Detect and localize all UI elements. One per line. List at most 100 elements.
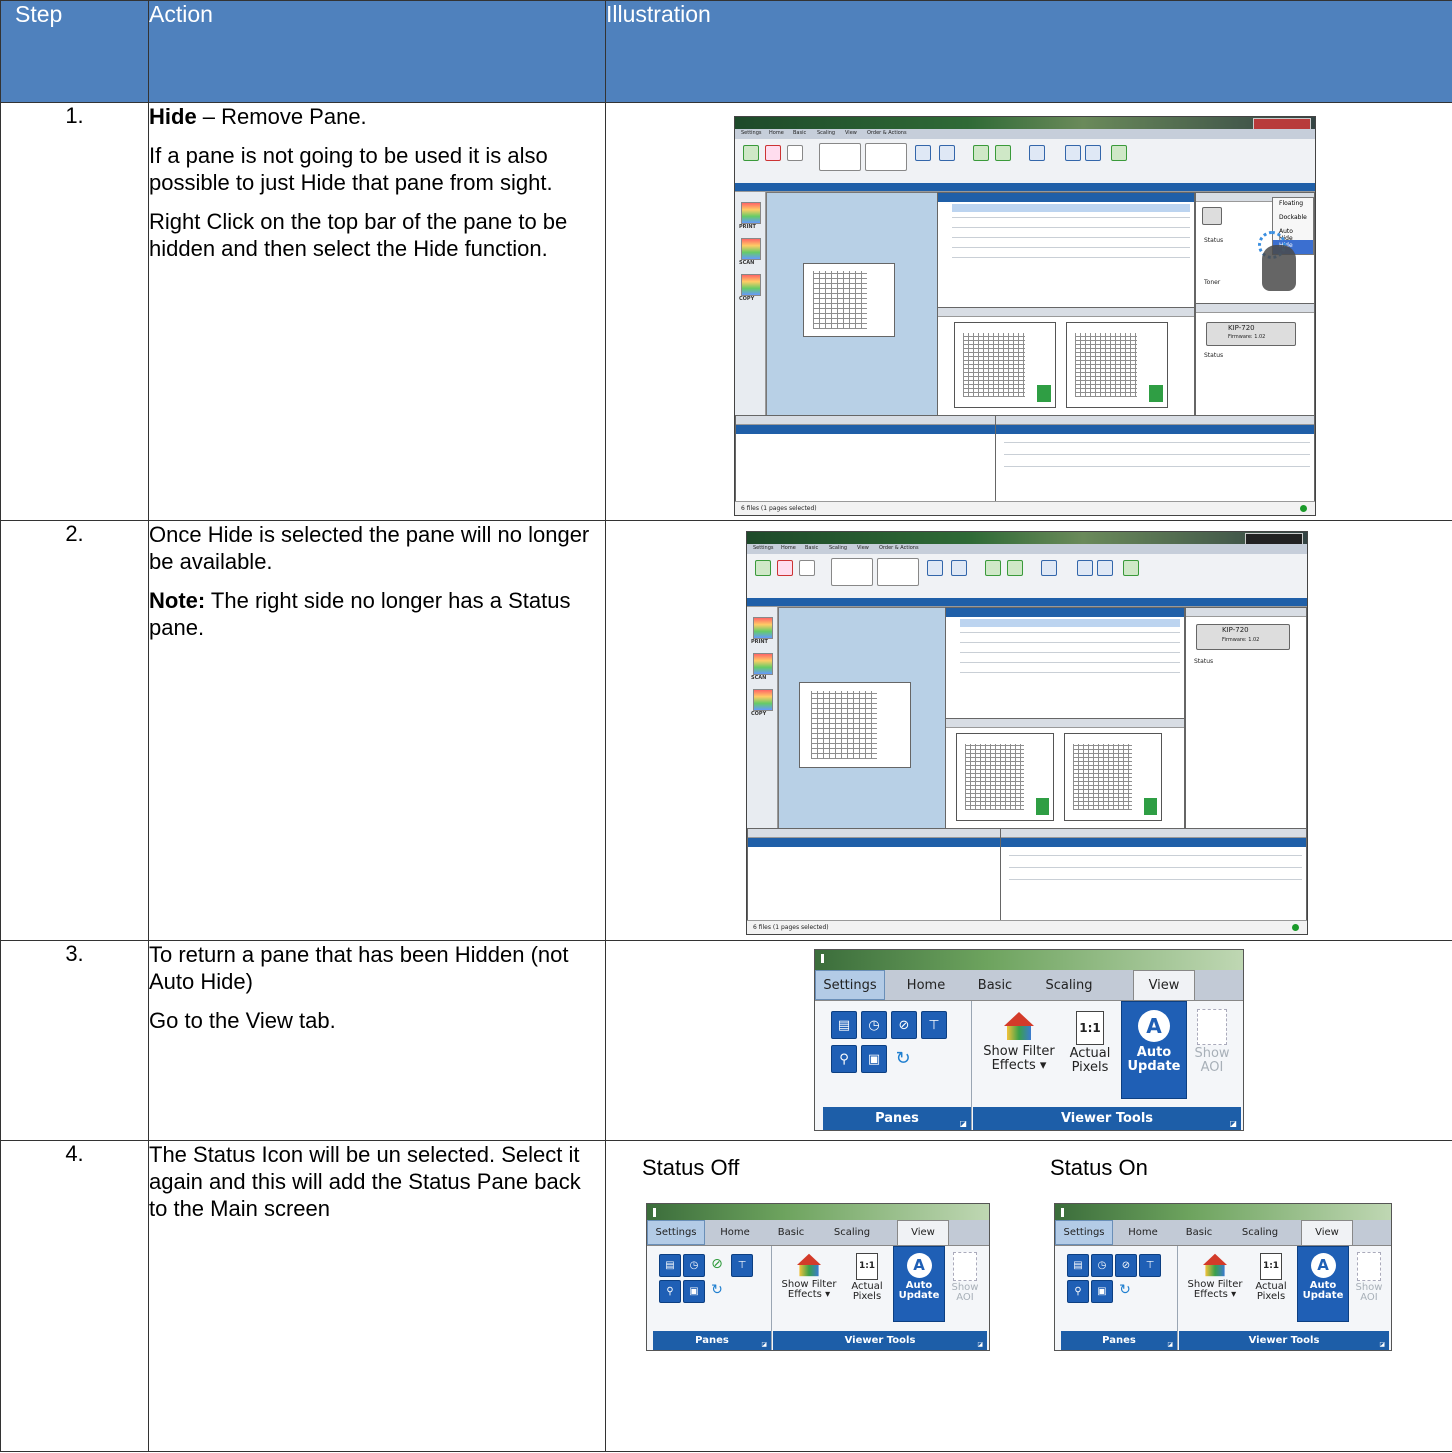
scanner-pane-header[interactable] [1186,608,1306,617]
dialog-launcher-icon[interactable]: ◪ [1230,1119,1237,1128]
tab-scaling[interactable]: Scaling [1231,1220,1289,1245]
preview-thumbnail[interactable] [954,322,1056,408]
tab-basic[interactable]: Basic [793,130,806,136]
preview-pane-header[interactable] [938,308,1194,317]
after-job-icon[interactable] [973,145,989,161]
clock-icon[interactable]: ◷ [683,1253,705,1277]
image-icon[interactable]: ▣ [1091,1279,1113,1303]
tab-basic[interactable]: Basic [805,545,818,551]
project-icon[interactable] [915,145,931,161]
file-row[interactable] [952,247,1190,248]
dialog-launcher-icon[interactable]: ◪ [960,1119,967,1128]
submit-icon[interactable] [1111,145,1127,161]
sets-field[interactable] [819,143,861,171]
new-job-icon[interactable] [799,560,815,576]
tab-settings[interactable]: Settings [1055,1220,1113,1245]
tab-scaling[interactable]: Scaling [829,545,847,551]
tab-basic[interactable]: Basic [965,970,1025,1001]
history-row[interactable] [1009,879,1302,880]
preview-thumbnail[interactable] [956,733,1054,821]
auto-update-button[interactable]: A Auto Update [1121,1001,1187,1100]
job-queue-header[interactable] [736,416,995,425]
tab-home[interactable]: Home [709,1220,761,1245]
history-row[interactable] [1004,466,1310,467]
submit-icon[interactable] [1123,560,1139,576]
tab-settings[interactable]: Settings [815,969,885,1001]
copies-field[interactable] [877,558,919,586]
tab-basic[interactable]: Basic [767,1220,815,1245]
file-row[interactable] [960,672,1180,673]
clipboard-icon[interactable]: ▤ [831,1011,857,1040]
tab-home[interactable]: Home [769,130,784,136]
history-row[interactable] [1009,867,1302,868]
preview-thumbnail[interactable] [1064,733,1162,821]
tab-scaling[interactable]: Scaling [817,130,835,136]
tab-home[interactable]: Home [1117,1220,1169,1245]
file-row[interactable] [960,662,1180,663]
copy-icon[interactable] [753,689,773,711]
tab-view[interactable]: View [857,545,869,551]
save-template-icon[interactable] [1077,560,1093,576]
show-filter-effects-button[interactable]: Show Filter Effects ▾ [1183,1250,1247,1316]
preview-pane-header[interactable] [946,719,1184,728]
save-template-icon[interactable] [1065,145,1081,161]
new-job-icon[interactable] [787,145,803,161]
history-row[interactable] [1009,855,1302,856]
apply-template-icon[interactable] [1085,145,1101,161]
department-icon[interactable] [939,145,955,161]
clock-icon[interactable]: ◷ [1091,1253,1113,1277]
clipboard-icon[interactable]: ▤ [1067,1253,1089,1277]
image-icon[interactable]: ▣ [861,1045,887,1074]
tab-home[interactable]: Home [893,970,959,1001]
history-row[interactable] [1004,442,1310,443]
auto-update-button[interactable]: A Auto Update [1297,1245,1349,1322]
scanner-icon[interactable]: ⊤ [731,1253,753,1277]
file-row[interactable] [960,632,1180,633]
secure-icon[interactable] [1041,560,1057,576]
history-row[interactable] [1004,454,1310,455]
image-icon[interactable]: ▣ [683,1279,705,1303]
file-row[interactable] [952,204,1190,212]
tab-view[interactable]: View [1301,1220,1353,1245]
show-filter-effects-button[interactable]: Show Filter Effects ▾ [777,1250,841,1316]
menu-item-floating[interactable]: Floating [1273,198,1313,212]
actual-pixels-button[interactable]: 1:1 Actual Pixels [845,1250,889,1316]
secure-icon[interactable] [1029,145,1045,161]
apply-template-icon[interactable] [1097,560,1113,576]
add-icon[interactable] [743,145,759,161]
print-icon[interactable] [741,202,761,224]
job-history-header[interactable] [1001,829,1306,838]
actual-pixels-button[interactable]: 1:1 Actual Pixels [1063,1007,1117,1091]
show-aoi-button[interactable]: Show AOI [1189,1007,1235,1091]
sets-field[interactable] [831,558,873,586]
tab-view[interactable]: View [845,130,857,136]
between-sets-icon[interactable] [995,145,1011,161]
scan-icon[interactable] [741,238,761,260]
file-row[interactable] [952,217,1190,218]
project-icon[interactable] [927,560,943,576]
scanner-icon[interactable]: ⊤ [1139,1253,1161,1277]
refresh-icon[interactable]: ↻ [707,1280,727,1301]
file-row[interactable] [960,619,1180,627]
file-row[interactable] [960,652,1180,653]
dialog-launcher-icon[interactable]: ◪ [977,1341,983,1348]
refresh-icon[interactable]: ↻ [1115,1280,1135,1301]
menu-item-dockable[interactable]: Dockable [1273,212,1313,226]
tab-view[interactable]: View [1133,969,1195,1001]
tab-order-actions[interactable]: Order & Actions [867,130,907,136]
preview-thumbnail[interactable] [1066,322,1168,408]
tab-basic[interactable]: Basic [1175,1220,1223,1245]
tab-settings[interactable]: Settings [741,130,762,136]
copies-field[interactable] [865,143,907,171]
status-icon[interactable]: ⊘ [1115,1253,1137,1277]
tab-settings[interactable]: Settings [753,545,774,551]
tab-settings[interactable]: Settings [647,1220,705,1245]
magnifier-icon[interactable]: ⚲ [659,1279,681,1303]
show-aoi-button[interactable]: Show AOI [1351,1250,1387,1316]
refresh-icon[interactable]: ↻ [891,1045,915,1071]
tab-scaling[interactable]: Scaling [1033,970,1105,1001]
magnifier-icon[interactable]: ⚲ [831,1045,857,1074]
print-icon[interactable] [753,617,773,639]
clipboard-icon[interactable]: ▤ [659,1253,681,1277]
tab-order-actions[interactable]: Order & Actions [879,545,919,551]
